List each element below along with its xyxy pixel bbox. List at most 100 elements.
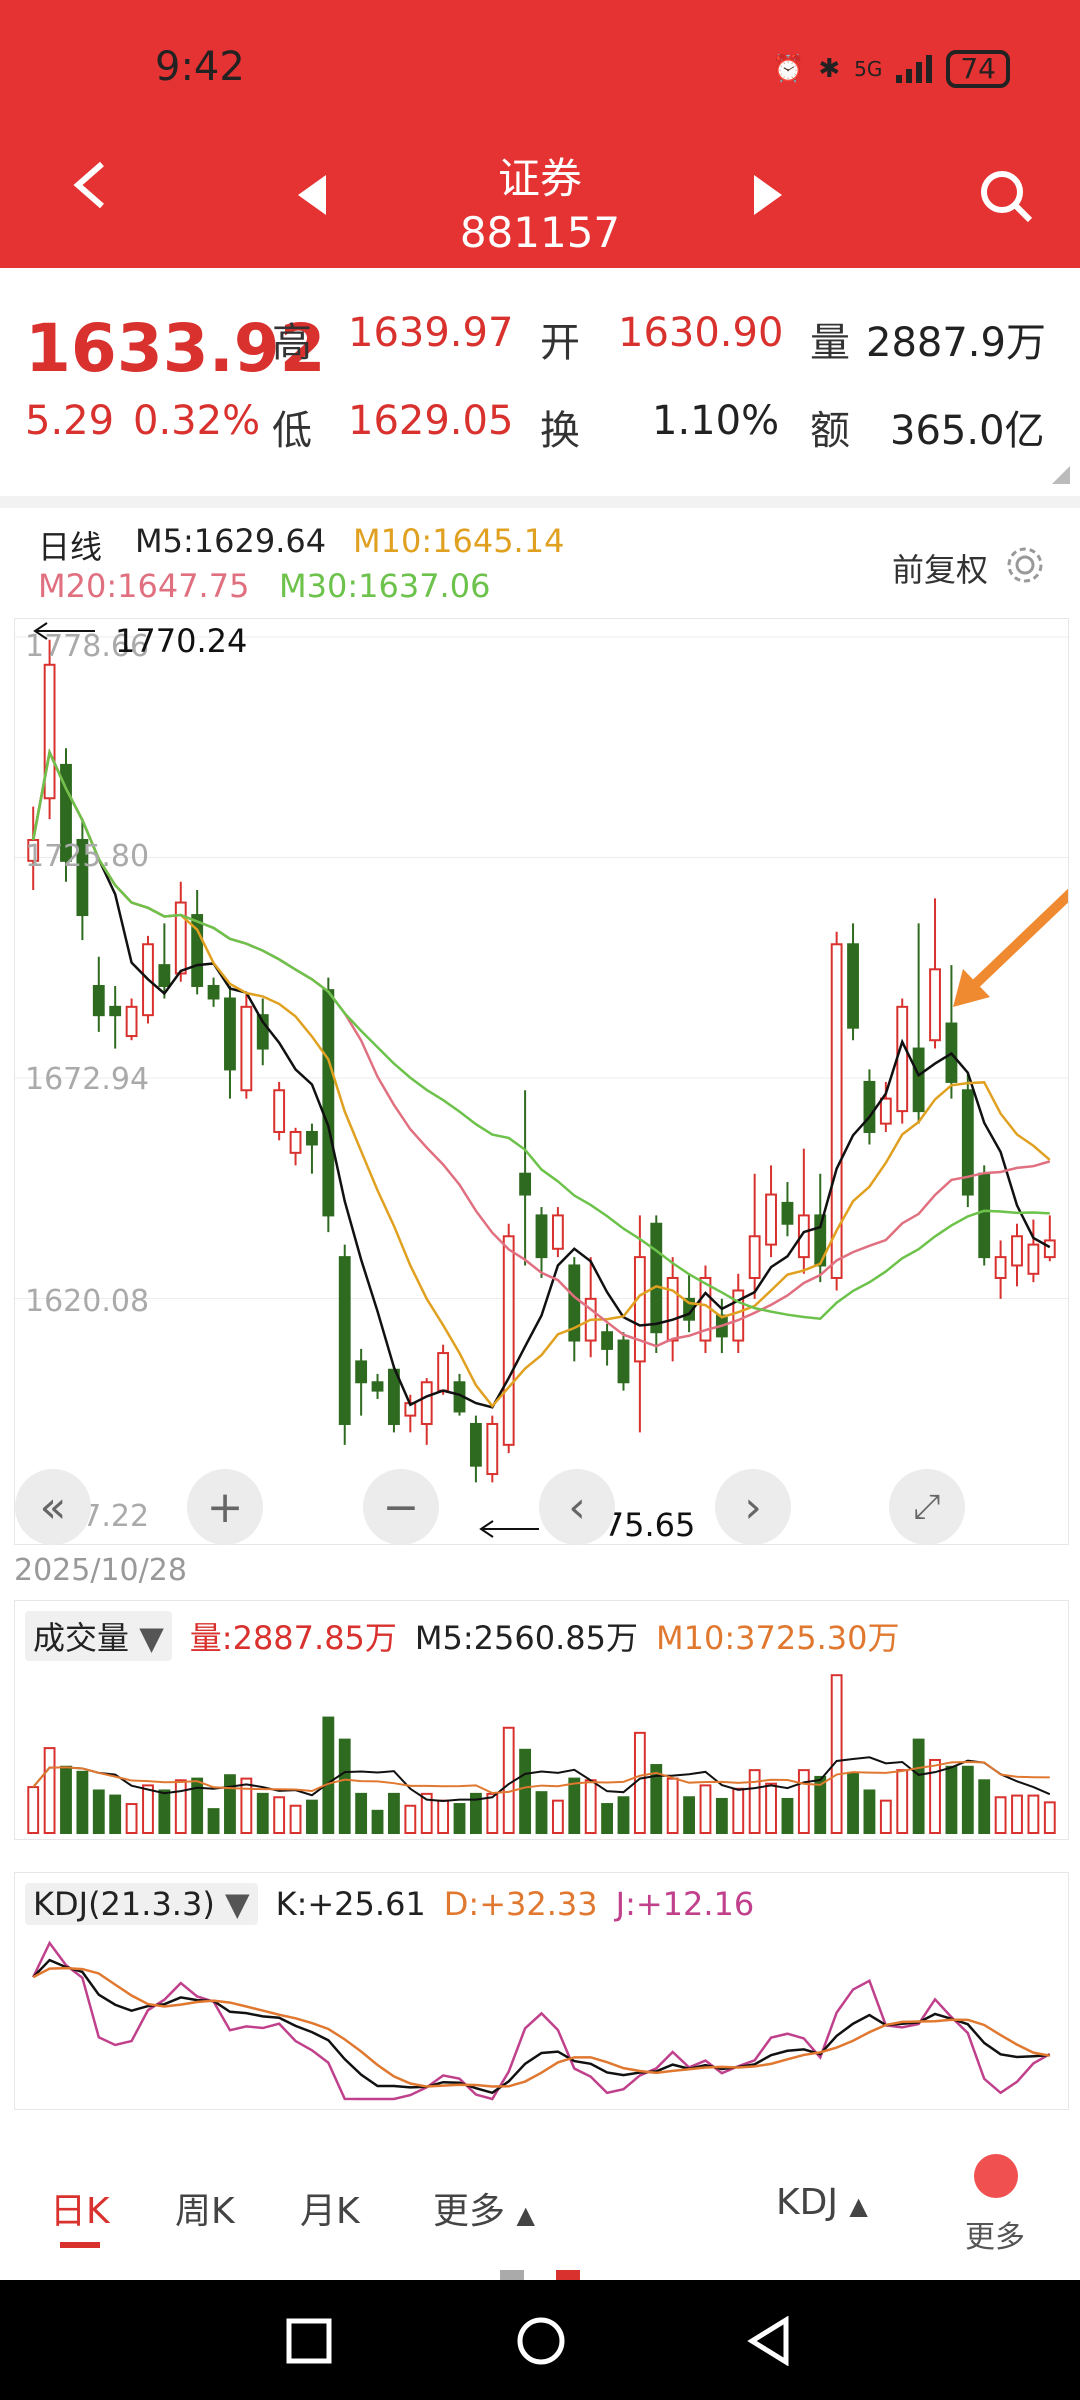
volume-bar [338,1738,351,1835]
rewind-button[interactable]: « [15,1469,91,1545]
volume-bar [207,1808,220,1834]
candle-body [617,1339,630,1384]
quote-panel: 1633.92 5.29 0.32% 高 1639.97 低 1629.05 开… [0,268,1080,498]
expand-corner-icon[interactable] [1052,466,1070,484]
candle-body [1043,1239,1056,1259]
next-stock-icon[interactable] [752,175,782,215]
candle-body [109,1005,122,1017]
tab-month[interactable]: 月K [300,2182,360,2234]
candle-body [978,1172,991,1259]
candle-body [781,1201,794,1225]
volume-bar [240,1777,253,1834]
candle-body [174,901,187,975]
candle-body [306,1130,318,1146]
back-nav-icon[interactable] [746,2316,792,2366]
y-tick-2: 1725.80 [25,839,150,874]
volume-bar [978,1779,991,1835]
status-time: 9:42 [155,44,245,90]
low-label: 低 [272,408,312,454]
candle-body [863,1080,876,1133]
volume-bar [355,1792,368,1834]
volume-bar [437,1799,450,1834]
candle-body [224,997,236,1071]
candle-body [240,1005,253,1092]
volume-bar [289,1804,302,1835]
scroll-right-button[interactable]: › [715,1469,791,1545]
zoom-in-button[interactable]: + [187,1469,263,1545]
volume-bar [502,1726,515,1834]
volume-bar [830,1674,843,1834]
kdj-panel[interactable]: KDJ(21.3.3) ▼ K:+25.61 D:+32.33 J:+12.16 [14,1872,1069,2110]
volume-bar [584,1779,597,1835]
volume-bar [715,1797,728,1834]
volume-bar [371,1809,384,1835]
recent-apps-icon[interactable] [286,2318,332,2364]
volume-bar [125,1803,138,1834]
candle-body [1027,1243,1040,1275]
volume-bar [748,1769,761,1835]
kdj-svg [32,1940,1051,2101]
volume-bar [224,1774,236,1835]
adjust-label[interactable]: 前复权 [892,545,988,591]
volume-value: 2887.9万 [866,320,1046,366]
status-icons: ⏰ ✱ 5G 74 [772,50,1010,88]
volume-bar [699,1784,712,1834]
volume-bar [666,1777,679,1834]
volume-bar [633,1731,646,1834]
candle-body [371,1381,384,1392]
high-value: 1639.97 [348,310,514,356]
volume-bar [551,1799,564,1834]
network-label: 5G [854,57,883,81]
candle-body [338,1256,351,1425]
search-icon[interactable] [978,168,1034,224]
price-change-percent: 0.32% [133,398,261,444]
zoom-out-button[interactable]: − [363,1469,439,1545]
volume-bar [879,1799,892,1834]
turnover-value: 1.10% [652,398,780,444]
volume-label: 量 [810,320,850,366]
fullscreen-button[interactable]: ⤢ [889,1469,965,1545]
chart-date: 2025/10/28 [14,1553,187,1588]
stock-code: 881157 [459,208,621,257]
volume-bar [306,1799,318,1834]
candle-body [765,1193,777,1246]
tab-week[interactable]: 周K [175,2182,235,2234]
low-value: 1629.05 [348,398,514,444]
candle-body [289,1130,302,1154]
candle-body [929,968,941,1042]
open-value: 1630.90 [618,310,784,356]
volume-bar [1011,1794,1023,1834]
turnover-label: 换 [540,408,580,454]
kline-chart[interactable]: 1778.66 1725.80 1672.94 1620.08 1567.22 … [14,618,1079,1545]
volume-svg [27,1674,1056,1835]
scroll-left-button[interactable]: ‹ [539,1469,615,1545]
page-title: 证券 [497,154,582,203]
volume-bar [60,1765,72,1834]
volume-panel[interactable]: 成交量 ▼ 量:2887.85万 M5:2560.85万 M10:3725.30… [14,1600,1069,1840]
home-icon[interactable] [516,2316,566,2366]
volume-bar [92,1789,105,1834]
tab-day[interactable]: 日K [50,2182,110,2234]
candle-body [355,1360,368,1384]
tab-indicator[interactable]: KDJ ▲ [776,2182,868,2223]
candle-body [92,984,105,1017]
volume-bar [109,1794,122,1834]
more-dot-icon[interactable] [974,2154,1018,2198]
volume-bar [27,1786,40,1834]
amount-label: 额 [810,408,850,454]
candle-body [502,1235,515,1446]
tab-active-indicator [60,2242,100,2248]
volume-bar [568,1777,581,1834]
tab-indicator-label: KDJ [776,2182,838,2223]
volume-bar [453,1803,466,1834]
y-tick-4: 1620.08 [25,1284,150,1319]
volume-bar [158,1789,171,1834]
tab-more[interactable]: 更多 ▲ [433,2182,535,2234]
settings-gear-icon[interactable] [1004,544,1046,586]
candle-body [469,1422,482,1467]
page-dot-active [556,2270,580,2280]
volume-bar [43,1747,56,1835]
tab-more-2[interactable]: 更多 [965,2212,1025,2256]
alarm-icon: ⏰ [771,54,805,84]
candle-body [486,1422,499,1476]
